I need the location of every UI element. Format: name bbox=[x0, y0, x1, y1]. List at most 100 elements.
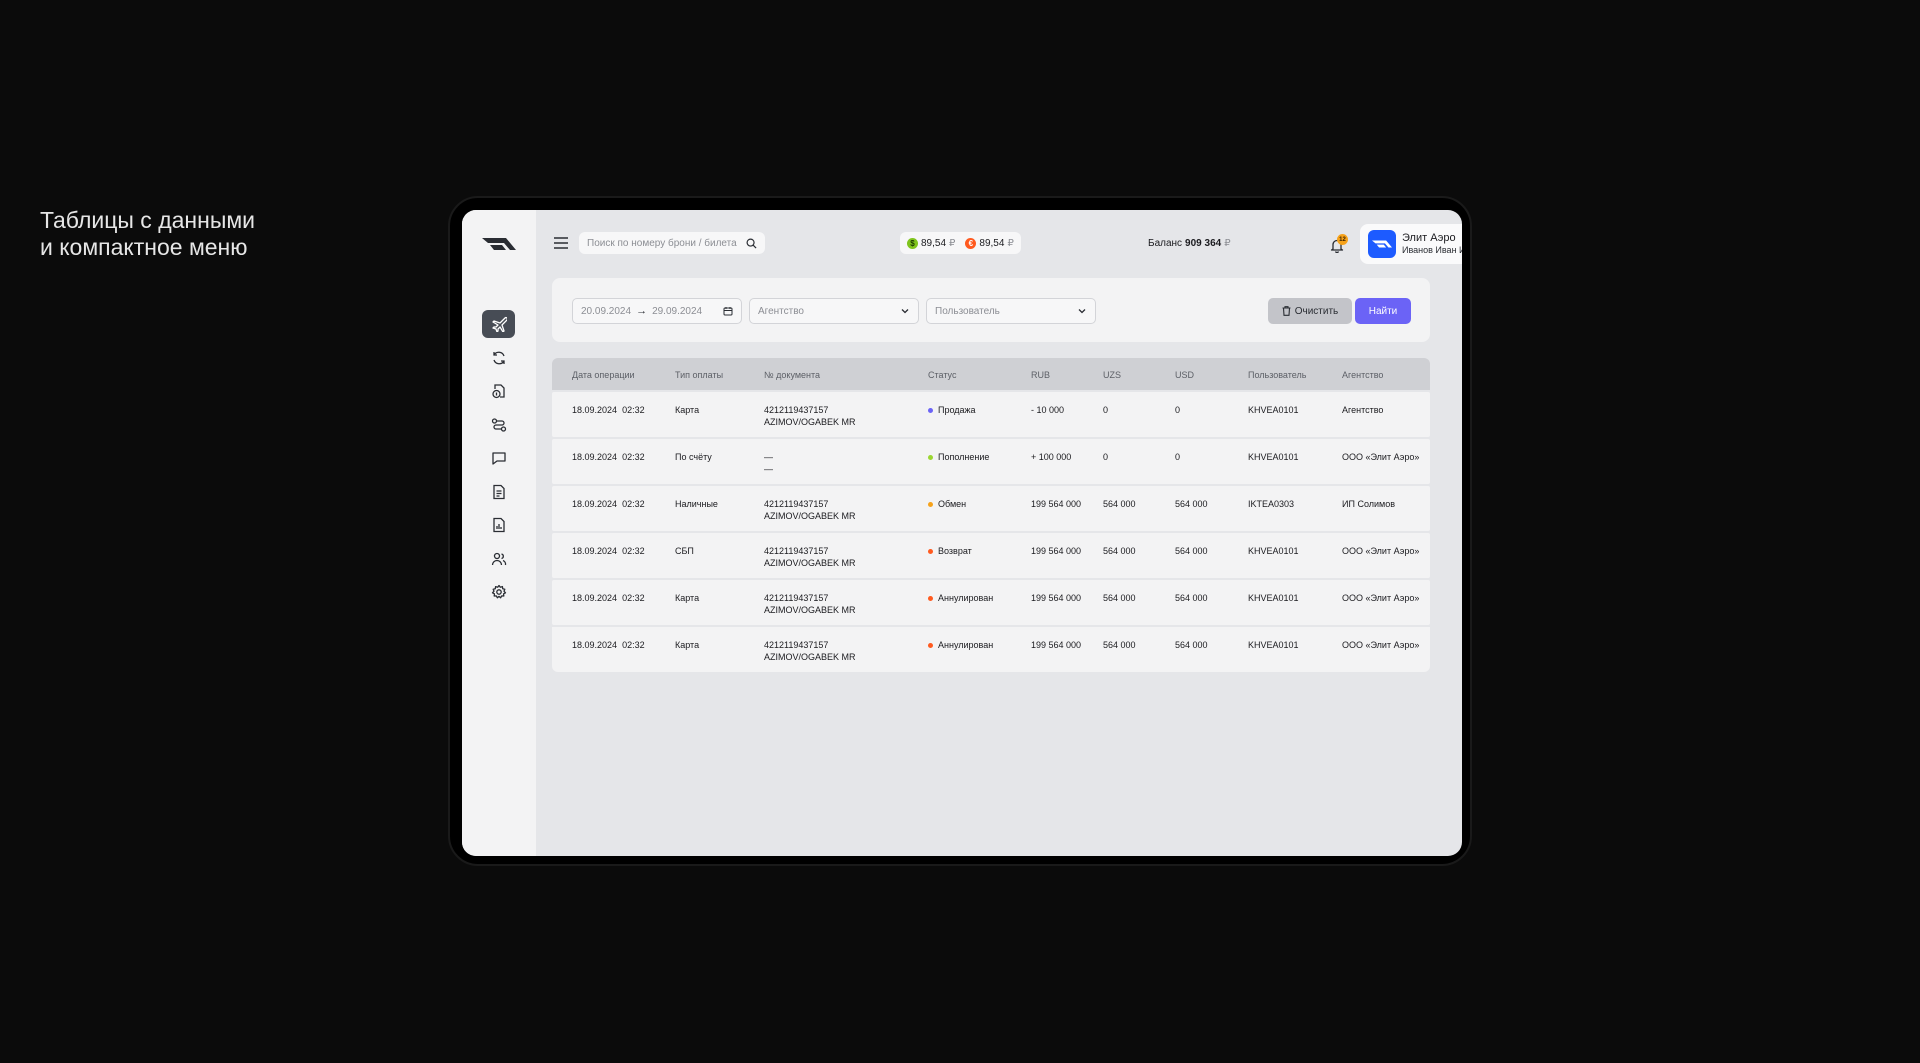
exchange-rates: $ 89,54 ₽ € 89,54 ₽ bbox=[900, 232, 1021, 254]
dollar-icon: $ bbox=[907, 237, 918, 249]
cell-user: KHVEA0101 bbox=[1248, 546, 1299, 556]
cell-payment: СБП bbox=[675, 546, 694, 556]
agency-select[interactable]: Агентство bbox=[749, 298, 919, 324]
column-header[interactable]: Агентство bbox=[1342, 369, 1383, 381]
user-select-label: Пользователь bbox=[935, 305, 1000, 317]
cell-usd: 564 000 bbox=[1175, 640, 1208, 650]
arrow-right-icon: → bbox=[636, 305, 648, 317]
caption-line-2: и компактное меню bbox=[40, 234, 248, 260]
column-header[interactable]: Дата операции bbox=[572, 369, 635, 381]
euro-icon: € bbox=[965, 237, 977, 249]
nav-item-settings[interactable] bbox=[482, 578, 515, 606]
status-dot bbox=[928, 501, 933, 507]
date-range-picker[interactable]: 20.09.2024 → 29.09.2024 bbox=[572, 298, 742, 324]
cell-uzs: 564 000 bbox=[1103, 593, 1136, 603]
table-row[interactable]: 18.09.2024 02:32 Карта 4212119437157 AZIM… bbox=[552, 580, 1430, 625]
cell-date: 18.09.2024 02:32 bbox=[572, 640, 645, 650]
invoice-icon bbox=[492, 484, 505, 500]
nav-item-flights[interactable] bbox=[482, 310, 515, 338]
cell-rub: 199 564 000 bbox=[1031, 546, 1082, 556]
status-dot bbox=[928, 407, 933, 413]
cell-status: Возврат bbox=[928, 545, 972, 557]
chat-icon bbox=[491, 452, 506, 465]
cell-agency: ООО «Элит Аэро» bbox=[1342, 593, 1420, 603]
column-header[interactable]: UZS bbox=[1103, 369, 1121, 381]
account-name: Элит Аэро bbox=[1402, 232, 1456, 244]
nav-item-routes[interactable] bbox=[482, 411, 515, 439]
cell-usd: 564 000 bbox=[1175, 546, 1208, 556]
column-header[interactable]: Тип оплаты bbox=[675, 369, 723, 381]
search-input[interactable] bbox=[587, 237, 737, 249]
column-header[interactable]: RUB bbox=[1031, 369, 1050, 381]
balance: Баланс 909 364 ₽ bbox=[1148, 238, 1231, 249]
table-row[interactable]: 18.09.2024 02:32 Карта 4212119437157 AZIM… bbox=[552, 627, 1430, 672]
cell-status: Обмен bbox=[928, 498, 966, 510]
table-row[interactable]: 18.09.2024 02:32 По счёту — — Пополнение … bbox=[552, 439, 1430, 484]
company-logo-icon bbox=[1368, 230, 1396, 258]
nav-item-finance[interactable] bbox=[482, 377, 515, 405]
rate-eur-value: 89,54 bbox=[979, 237, 1005, 249]
tablet-frame: $ 89,54 ₽ € 89,54 ₽ Баланс909 364₽ 12 bbox=[448, 196, 1472, 866]
cell-usd: 0 bbox=[1175, 405, 1181, 415]
cell-agency: ООО «Элит Аэро» bbox=[1342, 546, 1420, 556]
table-body: 18.09.2024 02:32 Карта 4212119437157 AZIM… bbox=[552, 392, 1430, 672]
cell-payment: Карта bbox=[675, 640, 700, 650]
rate-eur-currency: ₽ bbox=[1007, 237, 1014, 249]
route-icon bbox=[491, 418, 506, 432]
balance-value: 909 364 bbox=[1185, 238, 1222, 249]
gear-icon bbox=[491, 584, 506, 599]
table-row[interactable]: 18.09.2024 02:32 Карта 4212119437157 AZIM… bbox=[552, 392, 1430, 437]
operations-table: Дата операции Тип оплаты № документа Ста… bbox=[552, 358, 1430, 672]
calendar-icon bbox=[723, 307, 733, 316]
cell-usd: 0 bbox=[1175, 452, 1181, 462]
nav-item-reports[interactable] bbox=[482, 511, 515, 539]
cell-uzs: 564 000 bbox=[1103, 546, 1136, 556]
balance-label: Баланс bbox=[1148, 238, 1183, 249]
cell-user: IKTEA0303 bbox=[1248, 499, 1295, 509]
column-header[interactable]: № документа bbox=[764, 369, 820, 381]
cell-document: — — bbox=[764, 452, 773, 474]
cell-payment: Карта bbox=[675, 593, 700, 603]
cell-rub: 199 564 000 bbox=[1031, 499, 1082, 509]
column-header[interactable]: USD bbox=[1175, 369, 1194, 381]
status-dot bbox=[928, 548, 933, 554]
nav-item-exchange[interactable] bbox=[482, 344, 515, 372]
column-header[interactable]: Статус bbox=[928, 369, 956, 381]
cell-uzs: 0 bbox=[1103, 452, 1109, 462]
account-switcher[interactable]: Элит Аэро Иванов Иван И. bbox=[1360, 224, 1462, 264]
clear-button[interactable]: Очистить bbox=[1268, 298, 1352, 324]
logo-icon[interactable] bbox=[482, 234, 516, 254]
status-dot bbox=[928, 595, 933, 601]
cell-date: 18.09.2024 02:32 bbox=[572, 499, 645, 509]
cell-date: 18.09.2024 02:32 bbox=[572, 546, 645, 556]
table-row[interactable]: 18.09.2024 02:32 СБП 4212119437157 AZIMOV… bbox=[552, 533, 1430, 578]
table-row[interactable]: 18.09.2024 02:32 Наличные 4212119437157 A… bbox=[552, 486, 1430, 531]
cell-rub: - 10 000 bbox=[1031, 405, 1065, 415]
user-select[interactable]: Пользователь bbox=[926, 298, 1096, 324]
cell-rub: 199 564 000 bbox=[1031, 640, 1082, 650]
report-icon bbox=[492, 517, 505, 533]
menu-icon[interactable] bbox=[554, 237, 568, 249]
cell-usd: 564 000 bbox=[1175, 499, 1208, 509]
column-header[interactable]: Пользователь bbox=[1248, 369, 1306, 381]
cell-payment: Карта bbox=[675, 405, 700, 415]
cell-payment: Наличные bbox=[675, 499, 718, 509]
top-bar: $ 89,54 ₽ € 89,54 ₽ Баланс909 364₽ 12 bbox=[536, 210, 1462, 276]
cell-usd: 564 000 bbox=[1175, 593, 1208, 603]
cell-uzs: 0 bbox=[1103, 405, 1109, 415]
cell-payment: По счёту bbox=[675, 452, 712, 462]
search-icon[interactable] bbox=[746, 238, 757, 249]
refresh-icon bbox=[492, 351, 505, 365]
find-button[interactable]: Найти bbox=[1355, 298, 1411, 324]
airplane-icon bbox=[491, 316, 507, 332]
cell-status: Продажа bbox=[928, 404, 976, 416]
cell-agency: ООО «Элит Аэро» bbox=[1342, 640, 1420, 650]
nav-item-invoices[interactable] bbox=[482, 478, 515, 506]
agency-select-label: Агентство bbox=[758, 305, 804, 317]
nav-item-users[interactable] bbox=[482, 545, 515, 573]
cell-document: 4212119437157 AZIMOV/OGABEK MR bbox=[764, 640, 856, 662]
nav-item-messages[interactable] bbox=[482, 444, 515, 472]
cell-date: 18.09.2024 02:32 bbox=[572, 452, 645, 462]
account-user: Иванов Иван И. bbox=[1402, 245, 1462, 255]
cell-document: 4212119437157 AZIMOV/OGABEK MR bbox=[764, 593, 856, 615]
